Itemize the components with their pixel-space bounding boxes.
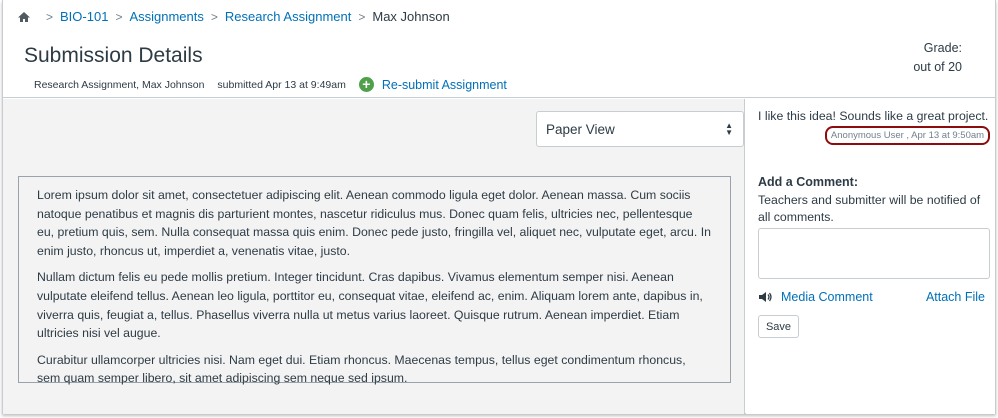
save-button[interactable]: Save — [758, 315, 799, 338]
app-frame: > BIO-101 > Assignments > Research Assig… — [2, 0, 996, 414]
page-header: > BIO-101 > Assignments > Research Assig… — [3, 0, 995, 98]
grade-label: Grade: — [923, 41, 962, 55]
breadcrumb-course[interactable]: BIO-101 — [60, 9, 108, 24]
grade-info: Grade: out of 20 — [913, 39, 962, 77]
submitted-time: submitted Apr 13 at 9:49am — [217, 78, 346, 91]
breadcrumb-assignments[interactable]: Assignments — [129, 9, 203, 24]
chevron-right-icon: > — [358, 9, 366, 24]
breadcrumb-assignment[interactable]: Research Assignment — [225, 9, 351, 24]
select-arrows-icon: ▲ ▼ — [725, 121, 733, 137]
add-comment-title: Add a Comment: — [758, 175, 858, 189]
add-comment-note: Teachers and submitter will be notified … — [758, 193, 981, 224]
comments-sidebar: I like this idea! Sounds like a great pr… — [746, 99, 995, 414]
breadcrumb: > BIO-101 > Assignments > Research Assig… — [17, 9, 450, 24]
chevron-right-icon: > — [46, 9, 54, 24]
comment-text: I like this idea! Sounds like a great pr… — [758, 109, 989, 123]
media-comment-link[interactable]: Media Comment — [781, 290, 873, 304]
page-title: Submission Details — [24, 44, 203, 67]
home-icon[interactable] — [17, 10, 31, 24]
resubmit-assignment-link[interactable]: Re-submit Assignment — [382, 78, 507, 92]
submission-info: Research Assignment, Max Johnson submitt… — [34, 77, 507, 92]
document-paragraph: Lorem ipsum dolor sit amet, consectetuer… — [37, 188, 711, 259]
view-select-value: Paper View — [546, 121, 615, 137]
view-select[interactable]: Paper View ▲ ▼ — [536, 111, 744, 147]
document-paragraph: Curabitur ullamcorper ultricies nisi. Na… — [37, 352, 686, 386]
grade-out-of: out of 20 — [913, 60, 962, 74]
comment-actions: Media Comment Attach File — [758, 290, 990, 304]
chevron-right-icon: > — [210, 9, 218, 24]
speaker-icon[interactable] — [758, 291, 772, 303]
chevron-right-icon: > — [115, 9, 123, 24]
comment-meta: Anonymous User , Apr 13 at 9:50am — [825, 126, 990, 145]
comment-input[interactable] — [758, 228, 990, 279]
submission-document: Lorem ipsum dolor sit amet, consectetuer… — [18, 176, 731, 385]
plus-circle-icon[interactable]: + — [358, 77, 374, 92]
document-paragraph: Nullam dictum felis eu pede mollis preti… — [37, 270, 703, 341]
submission-main: Paper View ▲ ▼ Lorem ipsum dolor sit amet… — [3, 99, 745, 414]
assignment-info: Research Assignment, Max Johnson — [34, 78, 205, 91]
breadcrumb-current: Max Johnson — [372, 9, 450, 24]
attach-file-link[interactable]: Attach File — [926, 290, 985, 304]
